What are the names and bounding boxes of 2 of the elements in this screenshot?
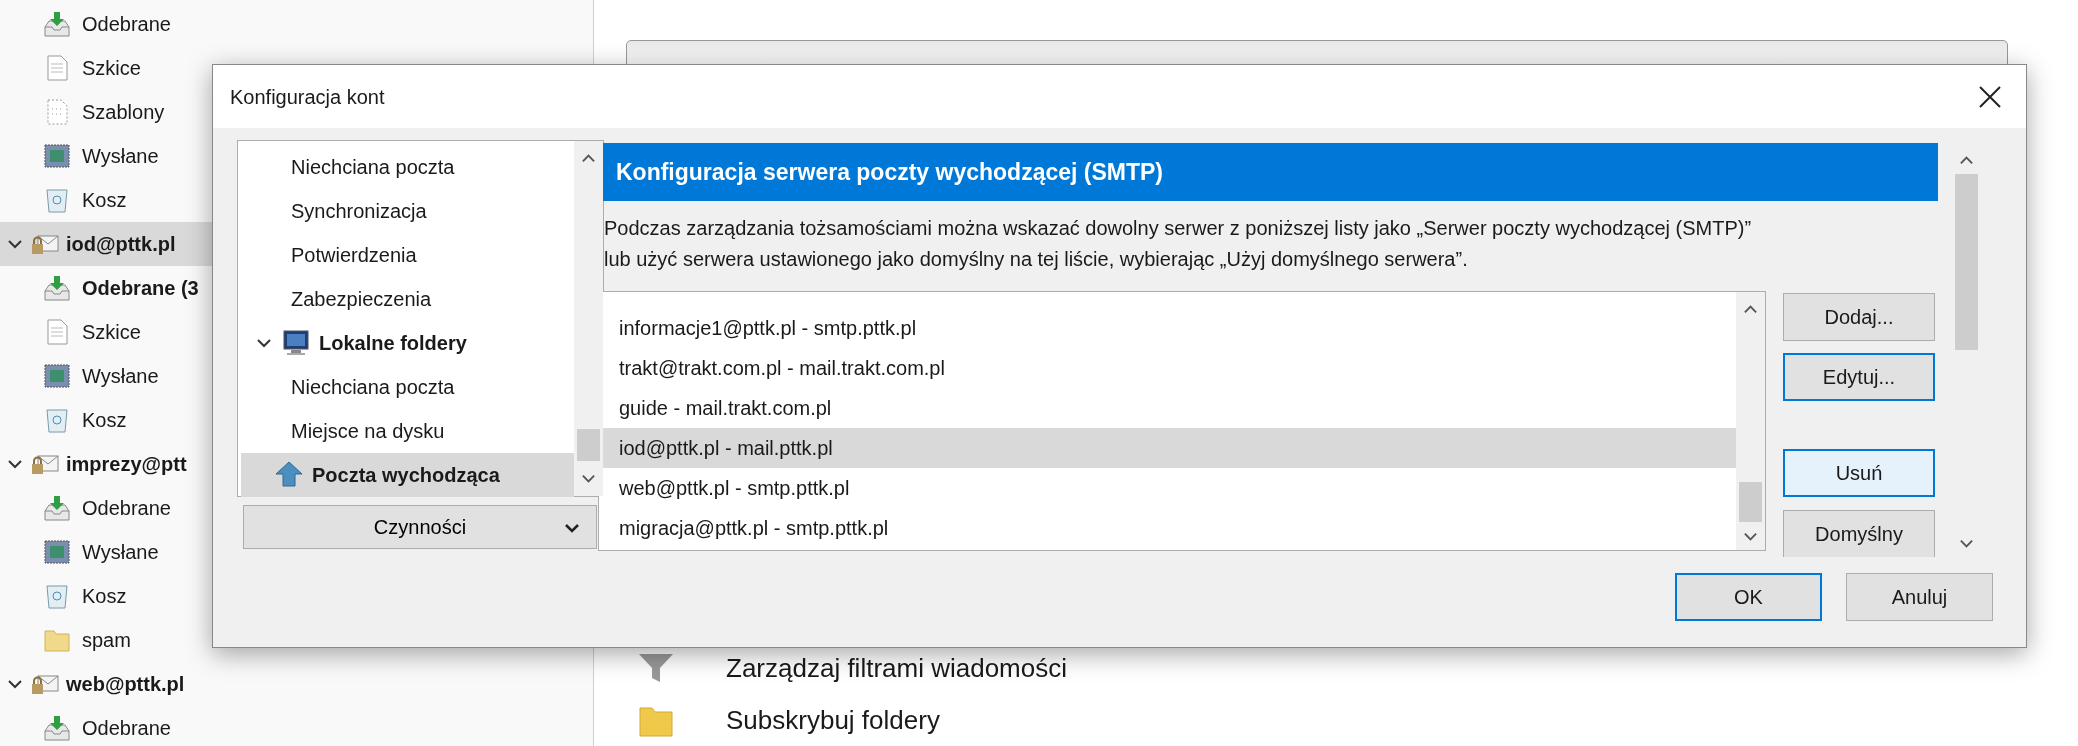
- window-title: Konfiguracja kont: [230, 84, 385, 110]
- description-text: Podczas zarządzania tożsamościami można wskazać dowolny serwer z poniższej listy jako „Serwer poczty wychodzącej (SMTP)” lub użyć serwera ustawionego jako domyślny na tej liście, wybierając „Użyj domyślnego serwera”.: [604, 216, 1753, 272]
